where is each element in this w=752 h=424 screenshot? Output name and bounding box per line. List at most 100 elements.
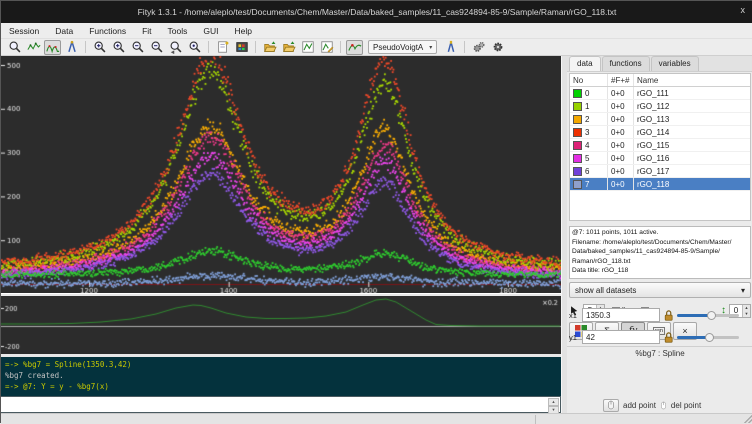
menu-item-session[interactable]: Session	[7, 25, 41, 37]
menu-item-functions[interactable]: Functions	[87, 25, 128, 37]
magnifier-plus-icon	[93, 40, 107, 54]
dataset-no: 4	[570, 139, 608, 151]
dataset-name: rGO_111	[634, 87, 750, 99]
data-transform-button[interactable]	[318, 40, 335, 55]
menu-item-gui[interactable]: GUI	[201, 25, 220, 37]
mouse-mode-button[interactable]	[603, 399, 619, 412]
add-point-mode-button[interactable]	[63, 40, 80, 55]
main-plot-canvas[interactable]	[1, 56, 561, 293]
command-row: ▲▼	[1, 396, 561, 413]
x1-slider[interactable]	[677, 308, 739, 322]
dataset-color-swatch[interactable]	[573, 89, 582, 98]
chevron-down-icon: ▾	[741, 286, 745, 295]
dataset-color-swatch[interactable]	[573, 115, 582, 124]
dataset-table: No #F+# Name0 0+0 rGO_1111 0+0 rGO_1122 …	[569, 73, 751, 221]
dataset-name: rGO_116	[634, 152, 750, 164]
toolbar-separator	[85, 41, 86, 53]
zoom-in-button[interactable]	[91, 40, 108, 55]
zoom-out-vert-button[interactable]	[148, 40, 165, 55]
dataset-fpb: 0+0	[608, 100, 634, 112]
session-log-button[interactable]	[214, 40, 231, 55]
menu-item-tools[interactable]: Tools	[166, 25, 190, 37]
dataset-color-swatch[interactable]	[573, 154, 582, 163]
data-edit-button[interactable]	[299, 40, 316, 55]
y1-slider[interactable]	[677, 330, 739, 344]
zoom-out-button[interactable]	[129, 40, 146, 55]
dataset-no: 7	[570, 178, 608, 190]
tab-functions[interactable]: functions	[602, 56, 650, 71]
gui-config-button[interactable]	[233, 40, 250, 55]
y1-input[interactable]: 42	[582, 330, 660, 344]
window-title: Fityk 1.3.1 - /home/aleplo/test/Document…	[138, 7, 617, 17]
col-fpb: #F+#	[608, 74, 634, 86]
table-row[interactable]: 0 0+0 rGO_111	[570, 87, 750, 100]
command-history-spinner[interactable]: ▲▼	[548, 398, 559, 412]
x1-param-row: x1 1350.3	[569, 307, 751, 323]
gear-dark-icon	[491, 40, 505, 54]
tab-variables[interactable]: variables	[651, 56, 699, 71]
table-row[interactable]: 6 0+0 rGO_117	[570, 165, 750, 178]
zoom-mode-button[interactable]	[6, 40, 23, 55]
dropdown-value: show all datasets	[575, 286, 636, 295]
auto-add-peak-button[interactable]	[346, 40, 363, 55]
add-peak-mode-button[interactable]	[44, 40, 61, 55]
zoom-in-vert-button[interactable]	[110, 40, 127, 55]
menu-item-help[interactable]: Help	[233, 25, 254, 37]
x1-label: x1	[569, 311, 579, 320]
tab-data[interactable]: data	[569, 56, 601, 71]
info-line: Raman/rGO_118.txt	[572, 257, 748, 267]
add-point-hint: add point	[623, 401, 656, 410]
output-console: =-> %bg7 = Spline(1350.3,42)%bg7 created…	[1, 357, 561, 396]
magnifier-plus-icon	[112, 40, 126, 54]
dataset-fpb: 0+0	[608, 87, 634, 99]
auxiliary-plot-canvas[interactable]	[1, 296, 561, 354]
load-data-button[interactable]	[261, 40, 278, 55]
command-input[interactable]	[3, 398, 543, 411]
dataset-color-swatch[interactable]	[573, 102, 582, 111]
title-bar[interactable]: Fityk 1.3.1 - /home/aleplo/test/Document…	[1, 1, 752, 23]
dataset-color-swatch[interactable]	[573, 180, 582, 189]
y1-param-row: y1 42	[569, 329, 751, 345]
data-range-mode-button[interactable]	[25, 40, 42, 55]
y1-label: y1	[569, 333, 579, 342]
spin-up-icon[interactable]: ▲	[548, 398, 559, 406]
dataset-color-swatch[interactable]	[573, 128, 582, 137]
lock-icon[interactable]	[663, 331, 674, 344]
previous-zoom-button[interactable]	[167, 40, 184, 55]
show-datasets-dropdown[interactable]: show all datasets ▾	[569, 282, 751, 298]
col-name: Name	[634, 74, 750, 86]
table-row[interactable]: 3 0+0 rGO_114	[570, 126, 750, 139]
status-bar	[1, 413, 752, 424]
info-line: Data/baked_samples/11_cas924894-85-9/Sam…	[572, 247, 748, 257]
magnifier-icon	[8, 40, 22, 54]
magnifier-minus-icon	[131, 40, 145, 54]
table-row[interactable]: 4 0+0 rGO_115	[570, 139, 750, 152]
lock-icon[interactable]	[663, 309, 674, 322]
dataset-name: rGO_117	[634, 165, 750, 177]
zoom-all-button[interactable]	[186, 40, 203, 55]
dataset-color-swatch[interactable]	[573, 167, 582, 176]
table-row[interactable]: 1 0+0 rGO_112	[570, 100, 750, 113]
x1-input[interactable]: 1350.3	[582, 308, 660, 322]
settings-button[interactable]	[470, 40, 487, 55]
table-row[interactable]: 2 0+0 rGO_113	[570, 113, 750, 126]
menu-item-fit[interactable]: Fit	[140, 25, 153, 37]
compass-icon	[65, 40, 79, 54]
dataset-no: 0	[570, 87, 608, 99]
menu-bar: Session Data Functions Fit Tools GUI Help	[1, 23, 752, 39]
fit-button[interactable]	[442, 40, 459, 55]
mouse-icon	[607, 400, 615, 410]
run-settings-button[interactable]	[489, 40, 506, 55]
load-data-custom-button[interactable]	[280, 40, 297, 55]
table-row[interactable]: 5 0+0 rGO_116	[570, 152, 750, 165]
dataset-color-swatch[interactable]	[573, 141, 582, 150]
console-line: =-> @7: Y = y - %bg7(x)	[5, 381, 557, 392]
table-row[interactable]: 7 0+0 rGO_118	[570, 178, 750, 191]
resize-grip[interactable]	[744, 415, 752, 423]
dataset-name: rGO_112	[634, 100, 750, 112]
dataset-fpb: 0+0	[608, 139, 634, 151]
function-type-dropdown[interactable]: PseudoVoigtA▾	[368, 40, 437, 54]
close-window-button[interactable]: x	[741, 5, 746, 15]
magnifier-minus-icon	[150, 40, 164, 54]
menu-item-data[interactable]: Data	[53, 25, 75, 37]
